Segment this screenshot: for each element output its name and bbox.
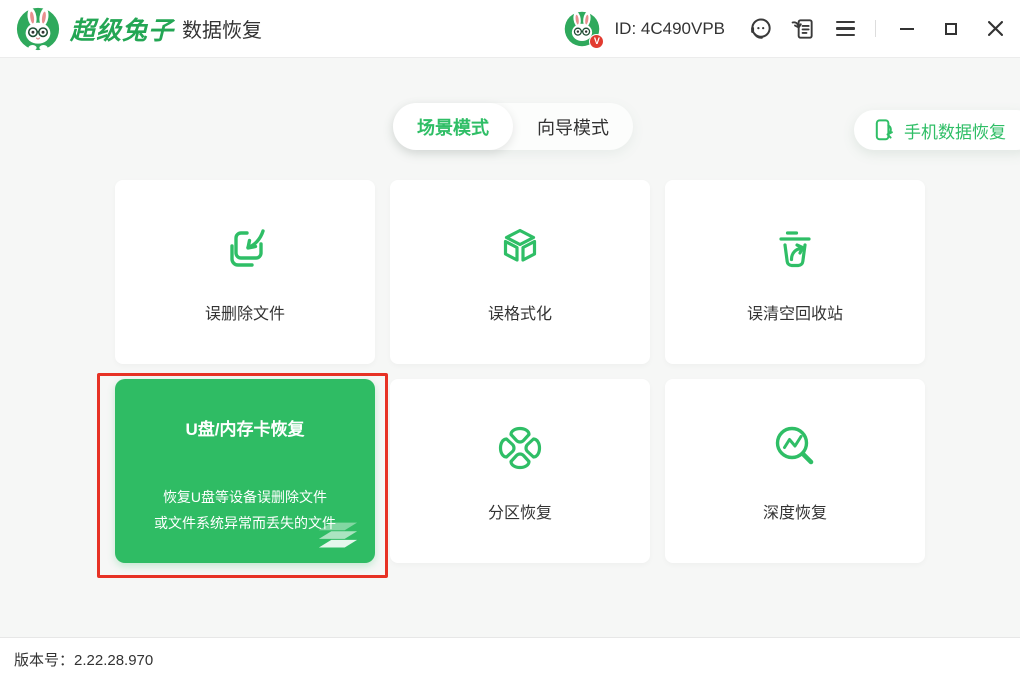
recycle-bin-restore-icon: [767, 221, 823, 277]
vip-badge: V: [589, 34, 604, 49]
minimize-button[interactable]: [892, 14, 922, 44]
version-label: 版本号：2.22.28.970: [14, 649, 153, 670]
brand-suffix: 数据恢复: [182, 14, 262, 43]
divider: [875, 20, 876, 37]
tab-scene-mode[interactable]: 场景模式: [393, 103, 513, 150]
layers-icon: [317, 521, 359, 551]
customer-service-button[interactable]: [747, 15, 775, 43]
phone-data-recovery-label: 手机数据恢复: [904, 118, 1006, 143]
user-id: ID: 4C490VPB: [614, 19, 725, 39]
header-actions: V ID: 4C490VPB: [564, 11, 1010, 47]
cell-usb-card-recovery: U盘/内存卡恢复 恢复U盘等设备误删除文件 或文件系统异常而丢失的文件: [115, 379, 375, 563]
close-icon: [988, 21, 1003, 36]
card-undelete-files[interactable]: 误删除文件: [115, 180, 375, 364]
card-title: 误删除文件: [205, 300, 285, 324]
card-title: 误清空回收站: [747, 300, 843, 324]
brand: 超级兔子 数据恢复: [16, 7, 262, 51]
card-title: 分区恢复: [488, 499, 552, 523]
app-window: 超级兔子 数据恢复 V ID:: [0, 0, 1020, 680]
card-title: 深度恢复: [763, 499, 827, 523]
minimize-icon: [900, 28, 914, 30]
recovery-cards-grid: 误删除文件 误格式化: [115, 180, 925, 563]
rabbit-logo-icon: [16, 7, 60, 51]
card-description-line2: 或文件系统异常而丢失的文件: [154, 510, 336, 536]
card-title: U盘/内存卡恢复: [186, 415, 305, 440]
maximize-button[interactable]: [936, 14, 966, 44]
card-partition-recovery[interactable]: 分区恢复: [390, 379, 650, 563]
mode-tab-switch: 场景模式 向导模式: [393, 103, 633, 150]
card-recycle-bin-restore[interactable]: 误清空回收站: [665, 180, 925, 364]
customer-service-icon: [748, 16, 774, 42]
user-avatar[interactable]: V: [564, 11, 600, 47]
partition-recovery-icon: [492, 420, 548, 476]
unformat-icon: [492, 221, 548, 277]
tab-wizard-mode[interactable]: 向导模式: [513, 103, 633, 150]
card-unformat[interactable]: 误格式化: [390, 180, 650, 364]
phone-data-recovery-button[interactable]: 手机数据恢复: [854, 110, 1020, 150]
card-title: 误格式化: [488, 300, 552, 324]
maximize-icon: [945, 23, 957, 35]
undelete-files-icon: [217, 221, 273, 277]
close-button[interactable]: [980, 14, 1010, 44]
menu-button[interactable]: [831, 15, 859, 43]
feedback-button[interactable]: [789, 15, 817, 43]
card-deep-recovery[interactable]: 深度恢复: [665, 379, 925, 563]
card-usb-memory-card-recovery[interactable]: U盘/内存卡恢复 恢复U盘等设备误删除文件 或文件系统异常而丢失的文件: [115, 379, 375, 563]
title-bar: 超级兔子 数据恢复 V ID:: [0, 0, 1020, 58]
brand-name: 超级兔子: [70, 11, 174, 47]
feedback-icon: [790, 16, 816, 42]
main-content: 场景模式 向导模式 手机数据恢复: [0, 58, 1020, 637]
card-description: 恢复U盘等设备误删除文件 或文件系统异常而丢失的文件: [154, 484, 336, 536]
status-bar: 版本号：2.22.28.970: [0, 637, 1020, 680]
card-description-line1: 恢复U盘等设备误删除文件: [154, 484, 336, 510]
phone-recovery-icon: [872, 118, 896, 142]
deep-recovery-icon: [767, 420, 823, 476]
menu-icon: [836, 21, 855, 37]
